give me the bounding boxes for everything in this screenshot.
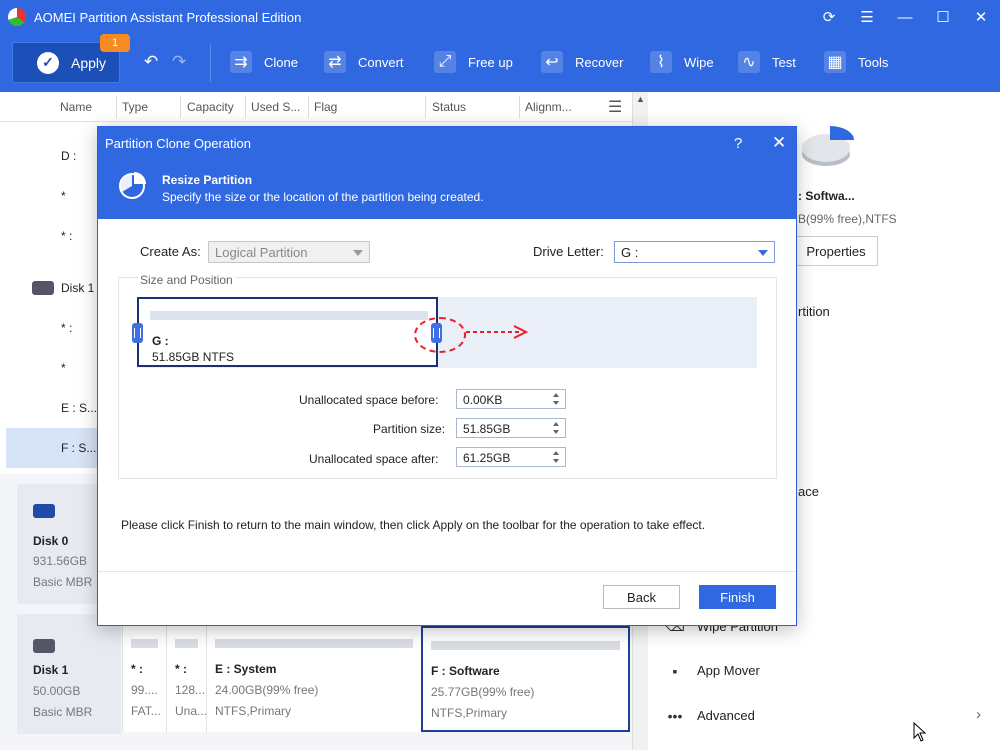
column-settings-icon[interactable]: ☰ [608,97,622,117]
toolbar-divider [210,44,211,82]
partition-cell-f-software[interactable]: F : Software 25.77GB(99% free) NTFS,Prim… [421,626,630,732]
drag-arrow-icon [466,325,529,339]
disk-card-disk-1[interactable]: Disk 1 50.00GB Basic MBR [17,614,121,734]
clone-button[interactable]: ⇉ Clone [230,51,298,73]
title-toolbar-band: AOMEI Partition Assistant Professional E… [0,0,1000,92]
create-as-label: Create As: [140,244,201,259]
column-used-space[interactable]: Used S... [251,100,300,114]
selected-partition-detail: B(99% free),NTFS [798,212,897,226]
back-button[interactable]: Back [603,585,680,609]
operation-space[interactable]: ace [798,484,819,499]
window-controls: ⟳ ☰ — ☐ ✕ [810,0,1000,34]
disk-icon [33,639,55,653]
free-up-icon: ⤢ [434,51,456,73]
free-up-button[interactable]: ⤢ Free up [434,51,513,73]
window-title: AOMEI Partition Assistant Professional E… [34,9,302,25]
column-type[interactable]: Type [122,100,148,114]
unallocated-before-input[interactable]: 0.00KB [456,389,566,409]
properties-button[interactable]: Properties [794,236,878,266]
help-icon[interactable]: ? [734,135,742,152]
finish-button[interactable]: Finish [699,585,776,609]
dialog-description: Specify the size or the location of the … [162,190,484,204]
highlight-circle [414,317,466,353]
dialog-subtitle: Resize Partition [162,173,253,187]
convert-icon: ⇄ [324,51,346,73]
undo-icon[interactable]: ↶ [144,52,158,72]
disk-icon [32,281,54,295]
dialog-header: Partition Clone Operation ? ✕ Resize Par… [98,127,796,219]
unallocated-before-label: Unallocated space before: [299,393,439,407]
test-icon: ∿ [738,51,760,73]
selected-partition-name: : Softwa... [798,189,855,203]
resize-pie-icon [119,172,146,199]
clone-icon: ⇉ [230,51,252,73]
column-status[interactable]: Status [432,100,466,114]
dialog-close-button[interactable]: ✕ [772,133,786,153]
app-logo-icon [8,8,26,26]
app-mover-icon: ▪ [672,662,678,679]
partition-cell-e-system[interactable]: E : System 24.00GB(99% free) NTFS,Primar… [206,626,421,732]
partition-cell[interactable]: * : 99.... FAT... [122,626,166,732]
instruction-note: Please click Finish to return to the mai… [121,518,706,532]
column-capacity[interactable]: Capacity [187,100,234,114]
refresh-icon[interactable]: ⟳ [810,0,848,34]
partition-block-name: G : [152,334,169,348]
partition-block-size: 51.85GB NTFS [152,350,235,364]
more-icon: ••• [667,707,683,724]
mouse-cursor-icon [913,722,927,742]
partition-cell[interactable]: * : 128.... Una... [166,626,208,732]
unallocated-after-label: Unallocated space after: [309,452,439,466]
windows-disk-icon [33,504,55,518]
minimize-button[interactable]: — [886,0,924,34]
drive-letter-select[interactable]: G : [614,241,775,263]
advanced-item[interactable]: ••• Advanced [667,707,755,724]
menu-icon[interactable]: ☰ [848,0,886,34]
create-as-select: Logical Partition [208,241,370,263]
partition-table-header: Name Type Capacity Used S... Flag Status… [0,92,648,122]
maximize-button[interactable]: ☐ [924,0,962,34]
recover-button[interactable]: ↩ Recover [541,51,623,73]
test-button[interactable]: ∿ Test [738,51,796,73]
close-window-button[interactable]: ✕ [962,0,1000,34]
drive-letter-label: Drive Letter: [533,244,604,259]
dialog-title: Partition Clone Operation [105,136,251,151]
unallocated-after-input[interactable]: 61.25GB [456,447,566,467]
redo-icon[interactable]: ↷ [172,52,186,72]
toolbar: ✓ Apply 1 ↶ ↷ ⇉ Clone ⇄ Convert ⤢ Free up ↩… [0,34,1000,92]
recover-icon: ↩ [541,51,563,73]
tools-button[interactable]: ▦ Tools [824,51,888,73]
apply-label: Apply [71,54,107,71]
tools-icon: ▦ [824,51,846,73]
column-alignment[interactable]: Alignm... [525,100,572,114]
column-name[interactable]: Name [60,100,92,114]
pending-operations-badge[interactable]: 1 [100,34,130,52]
partition-size-input[interactable]: 51.85GB [456,418,566,438]
partition-clone-dialog: Partition Clone Operation ? ✕ Resize Par… [97,126,797,626]
dialog-divider [98,571,796,572]
column-flag[interactable]: Flag [314,100,337,114]
operation-partition[interactable]: rtition [798,304,830,319]
scroll-up-icon[interactable]: ▲ [636,94,645,104]
chevron-down-icon [758,250,768,256]
app-mover-item[interactable]: ▪ App Mover [668,662,760,679]
partition-block[interactable]: G : 51.85GB NTFS [137,297,438,367]
partition-size-label: Partition size: [373,422,446,436]
wipe-icon: ⌇ [650,51,672,73]
partition-pie-icon [802,126,854,166]
check-icon: ✓ [37,51,59,74]
wipe-button[interactable]: ⌇ Wipe [650,51,714,73]
convert-button[interactable]: ⇄ Convert [324,51,404,73]
chevron-down-icon [353,250,363,256]
chevron-right-icon[interactable]: › [976,706,981,723]
left-resize-handle[interactable] [132,323,143,343]
size-position-title: Size and Position [138,273,235,287]
